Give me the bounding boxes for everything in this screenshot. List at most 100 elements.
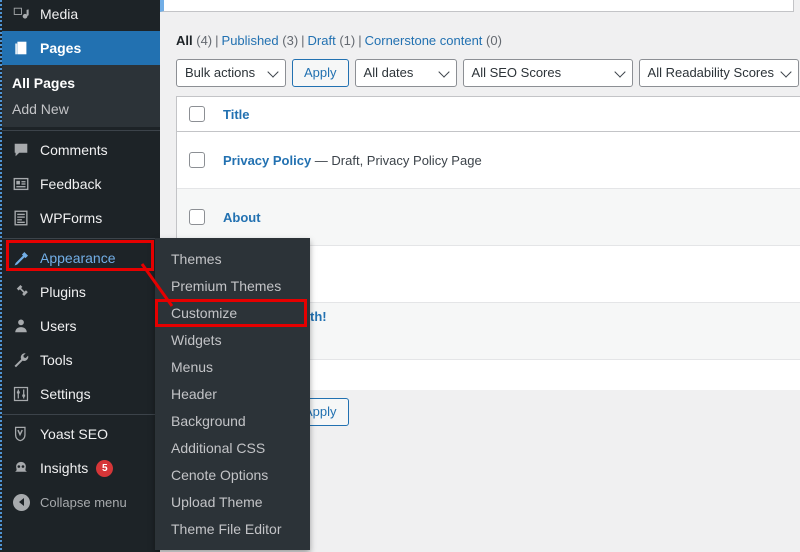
sidebar-item-label: Appearance: [40, 250, 116, 266]
date-filter-value: All dates: [363, 65, 414, 80]
view-separator-1: |: [215, 33, 219, 48]
tools-icon: [11, 350, 31, 370]
flyout-item-theme-file-editor[interactable]: Theme File Editor: [155, 515, 310, 542]
view-all[interactable]: All (4): [176, 33, 212, 48]
page-title-link[interactable]: Privacy Policy: [223, 153, 311, 168]
sidebar-subitem-label: All Pages: [12, 75, 76, 91]
flyout-item-premium-themes[interactable]: Premium Themes: [155, 272, 310, 299]
sidebar-item-pages[interactable]: Pages: [0, 31, 168, 65]
view-published-count: (3): [282, 33, 299, 48]
row-select-cell: [189, 152, 223, 168]
insights-count-badge: 5: [96, 459, 114, 477]
media-icon: [11, 4, 31, 24]
sidebar-item-settings[interactable]: Settings: [0, 377, 160, 411]
sidebar-item-label: Pages: [40, 40, 82, 56]
chevron-down-icon: [613, 66, 626, 78]
feedback-icon: [11, 174, 31, 194]
chevron-down-icon: [779, 66, 792, 78]
date-filter-select[interactable]: All dates: [354, 59, 457, 87]
sidebar-item-label: Settings: [40, 386, 91, 402]
sidebar-item-label: Plugins: [40, 284, 86, 300]
row-checkbox[interactable]: [189, 152, 205, 168]
appearance-submenu-flyout: Themes Premium Themes Customize Widgets …: [155, 238, 310, 550]
sidebar-item-plugins[interactable]: Plugins: [0, 275, 160, 309]
flyout-item-cenote-options[interactable]: Cenote Options: [155, 461, 310, 488]
view-draft[interactable]: Draft (1): [308, 33, 356, 48]
sidebar-item-label: Yoast SEO: [40, 426, 108, 442]
sidebar-subitem-label: Add New: [12, 101, 69, 117]
settings-icon: [11, 384, 31, 404]
seo-score-filter-value: All SEO Scores: [471, 65, 562, 80]
sidebar-item-users[interactable]: Users: [0, 309, 160, 343]
view-all-count: (4): [196, 33, 213, 48]
table-row[interactable]: Privacy Policy — Draft, Privacy Policy P…: [177, 132, 800, 189]
page-title-link[interactable]: About: [223, 210, 261, 225]
sidebar-item-label: Feedback: [40, 176, 102, 192]
sidebar-item-add-new-page[interactable]: Add New: [0, 96, 160, 122]
flyout-item-widgets[interactable]: Widgets: [155, 326, 310, 353]
sidebar-item-appearance[interactable]: Appearance: [0, 241, 160, 275]
flyout-item-upload-theme[interactable]: Upload Theme: [155, 488, 310, 515]
view-cornerstone-link[interactable]: Cornerstone content: [365, 33, 483, 48]
sidebar-item-label: Users: [40, 318, 77, 334]
view-all-link[interactable]: All: [176, 33, 193, 48]
view-published-link[interactable]: Published: [222, 33, 279, 48]
view-cornerstone[interactable]: Cornerstone content (0): [365, 33, 502, 48]
users-icon: [11, 316, 31, 336]
bulk-actions-value: Bulk actions: [185, 65, 256, 80]
bulk-actions-select[interactable]: Bulk actions: [176, 59, 286, 87]
sidebar-item-yoast-seo[interactable]: Yoast SEO: [0, 417, 160, 451]
view-draft-link[interactable]: Draft: [308, 33, 336, 48]
readability-filter-value: All Readability Scores: [647, 65, 774, 80]
wpforms-icon: [11, 208, 31, 228]
collapse-menu-button[interactable]: Collapse menu: [0, 485, 160, 519]
yoast-icon: [11, 424, 31, 444]
chevron-down-icon: [267, 66, 279, 78]
page-status-text: — Draft, Privacy Policy Page: [311, 152, 482, 168]
pages-icon: [11, 38, 31, 58]
collapse-menu-label: Collapse menu: [40, 494, 127, 510]
view-separator-3: |: [358, 33, 362, 48]
sidebar-item-wpforms[interactable]: WPForms: [0, 201, 160, 235]
post-status-views: All (4) | Published (3) | Draft (1) | Cornerst…: [176, 33, 502, 49]
sidebar-item-label: Media: [40, 6, 79, 22]
chevron-down-icon: [437, 66, 450, 78]
sidebar-item-media[interactable]: Media: [0, 0, 160, 31]
select-all-cell: [189, 106, 223, 122]
plugins-icon: [11, 282, 31, 302]
view-draft-count: (1): [339, 33, 356, 48]
collapse-arrow-icon: [11, 492, 31, 512]
sidebar-item-feedback[interactable]: Feedback: [0, 167, 160, 201]
row-title-cell: Privacy Policy — Draft, Privacy Policy P…: [223, 153, 482, 168]
view-published[interactable]: Published (3): [222, 33, 299, 48]
flyout-item-themes[interactable]: Themes: [155, 245, 310, 272]
pages-submenu: All Pages Add New: [0, 65, 160, 127]
flyout-item-additional-css[interactable]: Additional CSS: [155, 434, 310, 461]
row-checkbox[interactable]: [189, 209, 205, 225]
table-header-row: Title: [177, 97, 800, 132]
admin-notice-partial: [160, 0, 794, 12]
insights-icon: [11, 458, 31, 478]
seo-score-filter-select[interactable]: All SEO Scores: [462, 59, 633, 87]
admin-sidebar-menu: Media Pages All Pages Add New Comments F…: [0, 0, 168, 552]
sidebar-item-insights[interactable]: Insights 5: [0, 451, 160, 485]
select-all-checkbox[interactable]: [189, 106, 205, 122]
sidebar-focus-edge: [0, 0, 2, 552]
flyout-item-background[interactable]: Background: [155, 407, 310, 434]
sidebar-item-tools[interactable]: Tools: [0, 343, 160, 377]
readability-filter-select[interactable]: All Readability Scores: [638, 59, 799, 87]
flyout-item-header[interactable]: Header: [155, 380, 310, 407]
flyout-item-menus[interactable]: Menus: [155, 353, 310, 380]
sidebar-item-all-pages[interactable]: All Pages: [0, 70, 160, 96]
appearance-icon: [11, 248, 31, 268]
view-separator-2: |: [301, 33, 305, 48]
flyout-item-customize[interactable]: Customize: [155, 299, 310, 326]
sidebar-item-label: Comments: [40, 142, 108, 158]
sidebar-item-comments[interactable]: Comments: [0, 133, 160, 167]
apply-button-top[interactable]: Apply: [292, 59, 349, 87]
comments-icon: [11, 140, 31, 160]
column-header-title[interactable]: Title: [223, 107, 250, 122]
tablenav-top: Bulk actions Apply All dates All SEO Sco…: [176, 59, 799, 87]
sidebar-item-label: WPForms: [40, 210, 103, 226]
sidebar-item-label: Tools: [40, 352, 73, 368]
